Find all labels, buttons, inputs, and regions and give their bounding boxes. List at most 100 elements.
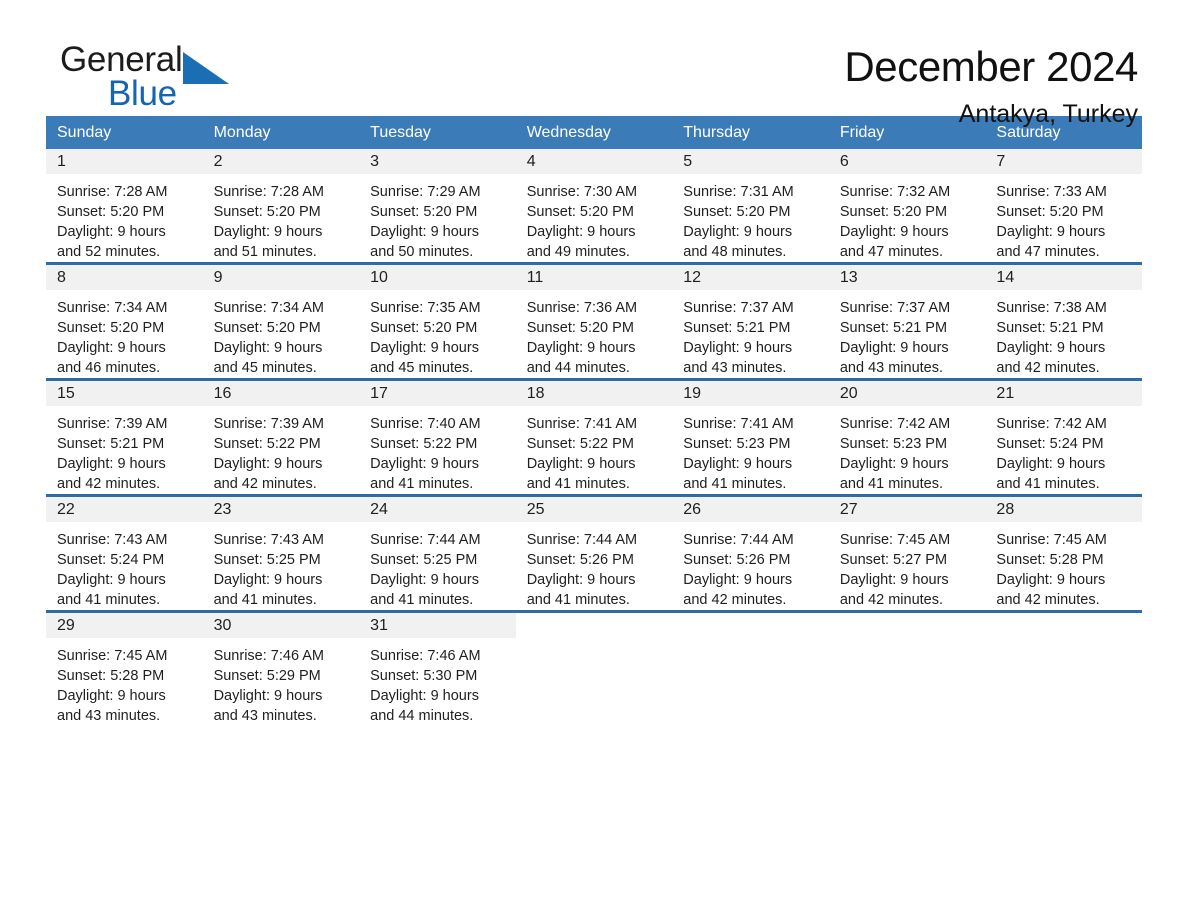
day-cell[interactable]: Sunrise: 7:46 AM Sunset: 5:30 PM Dayligh… <box>359 638 516 726</box>
day-cell[interactable]: Sunrise: 7:46 AM Sunset: 5:29 PM Dayligh… <box>203 638 360 726</box>
day-cell[interactable]: Sunrise: 7:39 AM Sunset: 5:22 PM Dayligh… <box>203 406 360 494</box>
brand-logo[interactable]: General Blue <box>46 42 306 122</box>
day-number[interactable]: 29 <box>46 613 203 638</box>
day-cell[interactable]: Sunrise: 7:41 AM Sunset: 5:22 PM Dayligh… <box>516 406 673 494</box>
day-number[interactable]: 27 <box>828 497 986 522</box>
day-number[interactable]: 30 <box>202 613 360 638</box>
day-number[interactable]: 31 <box>359 613 516 638</box>
sunset-text: Sunset: 5:28 PM <box>57 668 165 684</box>
day-number[interactable]: 13 <box>828 265 986 290</box>
day-cell[interactable]: Sunrise: 7:28 AM Sunset: 5:20 PM Dayligh… <box>203 174 360 262</box>
day-cell[interactable]: Sunrise: 7:38 AM Sunset: 5:21 PM Dayligh… <box>985 290 1142 378</box>
day-cell[interactable]: Sunrise: 7:40 AM Sunset: 5:22 PM Dayligh… <box>359 406 516 494</box>
day-cell[interactable]: Sunrise: 7:32 AM Sunset: 5:20 PM Dayligh… <box>829 174 986 262</box>
daylight-text-line2: and 41 minutes. <box>213 592 317 608</box>
daylight-text-line1: Daylight: 9 hours <box>839 224 949 240</box>
day-cell[interactable]: Sunrise: 7:31 AM Sunset: 5:20 PM Dayligh… <box>672 174 829 262</box>
day-cell[interactable]: Sunrise: 7:42 AM Sunset: 5:23 PM Dayligh… <box>829 406 986 494</box>
daylight-text-line1: Daylight: 9 hours <box>370 688 479 704</box>
sunrise-text: Sunrise: 7:42 AM <box>839 416 951 432</box>
calendar-week-row: 15 16 17 18 19 20 21 Sunrise: 7:39 AM Su… <box>46 378 1142 494</box>
day-cell[interactable]: Sunrise: 7:45 AM Sunset: 5:28 PM Dayligh… <box>46 638 203 726</box>
daylight-text-line2: and 42 minutes. <box>839 592 944 608</box>
day-cell[interactable]: Sunrise: 7:36 AM Sunset: 5:20 PM Dayligh… <box>516 290 673 378</box>
day-number[interactable]: 11 <box>515 265 673 290</box>
day-cell[interactable]: Sunrise: 7:28 AM Sunset: 5:20 PM Dayligh… <box>46 174 203 262</box>
week-daynumber-band: 22 23 24 25 26 27 28 <box>46 497 1142 522</box>
day-number[interactable]: 17 <box>359 381 516 406</box>
week-detail-band: Sunrise: 7:34 AM Sunset: 5:20 PM Dayligh… <box>46 290 1142 378</box>
week-daynumber-band: 15 16 17 18 19 20 21 <box>46 381 1142 406</box>
day-number[interactable]: 2 <box>202 149 360 174</box>
day-number[interactable]: 28 <box>985 497 1142 522</box>
day-number[interactable]: 10 <box>359 265 516 290</box>
day-cell[interactable]: Sunrise: 7:43 AM Sunset: 5:24 PM Dayligh… <box>46 522 203 610</box>
daylight-text-line2: and 41 minutes. <box>370 592 474 608</box>
sunrise-text: Sunrise: 7:39 AM <box>213 416 324 432</box>
day-cell[interactable]: Sunrise: 7:34 AM Sunset: 5:20 PM Dayligh… <box>203 290 360 378</box>
day-number[interactable]: 25 <box>515 497 673 522</box>
day-number-empty <box>672 613 829 638</box>
sunset-text: Sunset: 5:30 PM <box>370 668 478 684</box>
day-number[interactable]: 8 <box>46 265 203 290</box>
day-number[interactable]: 5 <box>672 149 829 174</box>
day-number[interactable]: 1 <box>46 149 203 174</box>
day-cell[interactable]: Sunrise: 7:45 AM Sunset: 5:27 PM Dayligh… <box>829 522 986 610</box>
day-number[interactable]: 20 <box>828 381 986 406</box>
day-cell[interactable]: Sunrise: 7:44 AM Sunset: 5:26 PM Dayligh… <box>516 522 673 610</box>
sunrise-text: Sunrise: 7:39 AM <box>57 416 168 432</box>
day-number[interactable]: 6 <box>828 149 986 174</box>
sunset-text: Sunset: 5:24 PM <box>996 436 1104 452</box>
day-cell[interactable]: Sunrise: 7:35 AM Sunset: 5:20 PM Dayligh… <box>359 290 516 378</box>
sunset-text: Sunset: 5:29 PM <box>213 668 321 684</box>
day-cell[interactable]: Sunrise: 7:33 AM Sunset: 5:20 PM Dayligh… <box>985 174 1142 262</box>
day-number[interactable]: 22 <box>46 497 203 522</box>
sunset-text: Sunset: 5:22 PM <box>370 436 478 452</box>
sunrise-text: Sunrise: 7:45 AM <box>839 532 951 548</box>
day-cell[interactable]: Sunrise: 7:44 AM Sunset: 5:26 PM Dayligh… <box>672 522 829 610</box>
day-number[interactable]: 18 <box>515 381 673 406</box>
day-cell[interactable]: Sunrise: 7:34 AM Sunset: 5:20 PM Dayligh… <box>46 290 203 378</box>
day-cell[interactable]: Sunrise: 7:30 AM Sunset: 5:20 PM Dayligh… <box>516 174 673 262</box>
daylight-text-line2: and 43 minutes. <box>213 708 317 724</box>
day-number[interactable]: 14 <box>985 265 1142 290</box>
day-number[interactable]: 3 <box>359 149 516 174</box>
day-number[interactable]: 19 <box>672 381 829 406</box>
sunrise-text: Sunrise: 7:46 AM <box>213 648 324 664</box>
day-number-empty <box>515 613 673 638</box>
day-number[interactable]: 24 <box>359 497 516 522</box>
day-cell[interactable]: Sunrise: 7:41 AM Sunset: 5:23 PM Dayligh… <box>672 406 829 494</box>
daylight-text-line1: Daylight: 9 hours <box>683 340 793 356</box>
day-cell[interactable]: Sunrise: 7:43 AM Sunset: 5:25 PM Dayligh… <box>203 522 360 610</box>
daylight-text-line1: Daylight: 9 hours <box>526 572 636 588</box>
sunset-text: Sunset: 5:21 PM <box>683 320 791 336</box>
sunset-text: Sunset: 5:21 PM <box>996 320 1104 336</box>
day-number[interactable]: 4 <box>515 149 673 174</box>
day-cell[interactable]: Sunrise: 7:45 AM Sunset: 5:28 PM Dayligh… <box>985 522 1142 610</box>
day-number[interactable]: 21 <box>985 381 1142 406</box>
day-number[interactable]: 26 <box>672 497 829 522</box>
day-cell[interactable]: Sunrise: 7:44 AM Sunset: 5:25 PM Dayligh… <box>359 522 516 610</box>
day-number[interactable]: 9 <box>202 265 360 290</box>
day-cell[interactable]: Sunrise: 7:29 AM Sunset: 5:20 PM Dayligh… <box>359 174 516 262</box>
daylight-text-line2: and 46 minutes. <box>57 360 161 376</box>
day-cell[interactable]: Sunrise: 7:37 AM Sunset: 5:21 PM Dayligh… <box>829 290 986 378</box>
day-number[interactable]: 15 <box>46 381 203 406</box>
day-cell-empty <box>985 638 1142 726</box>
day-number[interactable]: 23 <box>202 497 360 522</box>
daylight-text-line1: Daylight: 9 hours <box>57 688 166 704</box>
day-number[interactable]: 16 <box>202 381 360 406</box>
daylight-text-line2: and 41 minutes. <box>839 476 944 492</box>
daylight-text-line1: Daylight: 9 hours <box>370 456 479 472</box>
day-cell[interactable]: Sunrise: 7:42 AM Sunset: 5:24 PM Dayligh… <box>985 406 1142 494</box>
sunrise-text: Sunrise: 7:35 AM <box>370 300 481 316</box>
day-number[interactable]: 7 <box>985 149 1142 174</box>
sunrise-text: Sunrise: 7:34 AM <box>57 300 168 316</box>
daylight-text-line2: and 41 minutes. <box>683 476 787 492</box>
day-cell-empty <box>672 638 829 726</box>
sunset-text: Sunset: 5:20 PM <box>526 204 634 220</box>
day-cell[interactable]: Sunrise: 7:39 AM Sunset: 5:21 PM Dayligh… <box>46 406 203 494</box>
day-number[interactable]: 12 <box>672 265 829 290</box>
day-cell[interactable]: Sunrise: 7:37 AM Sunset: 5:21 PM Dayligh… <box>672 290 829 378</box>
daylight-text-line1: Daylight: 9 hours <box>213 340 323 356</box>
